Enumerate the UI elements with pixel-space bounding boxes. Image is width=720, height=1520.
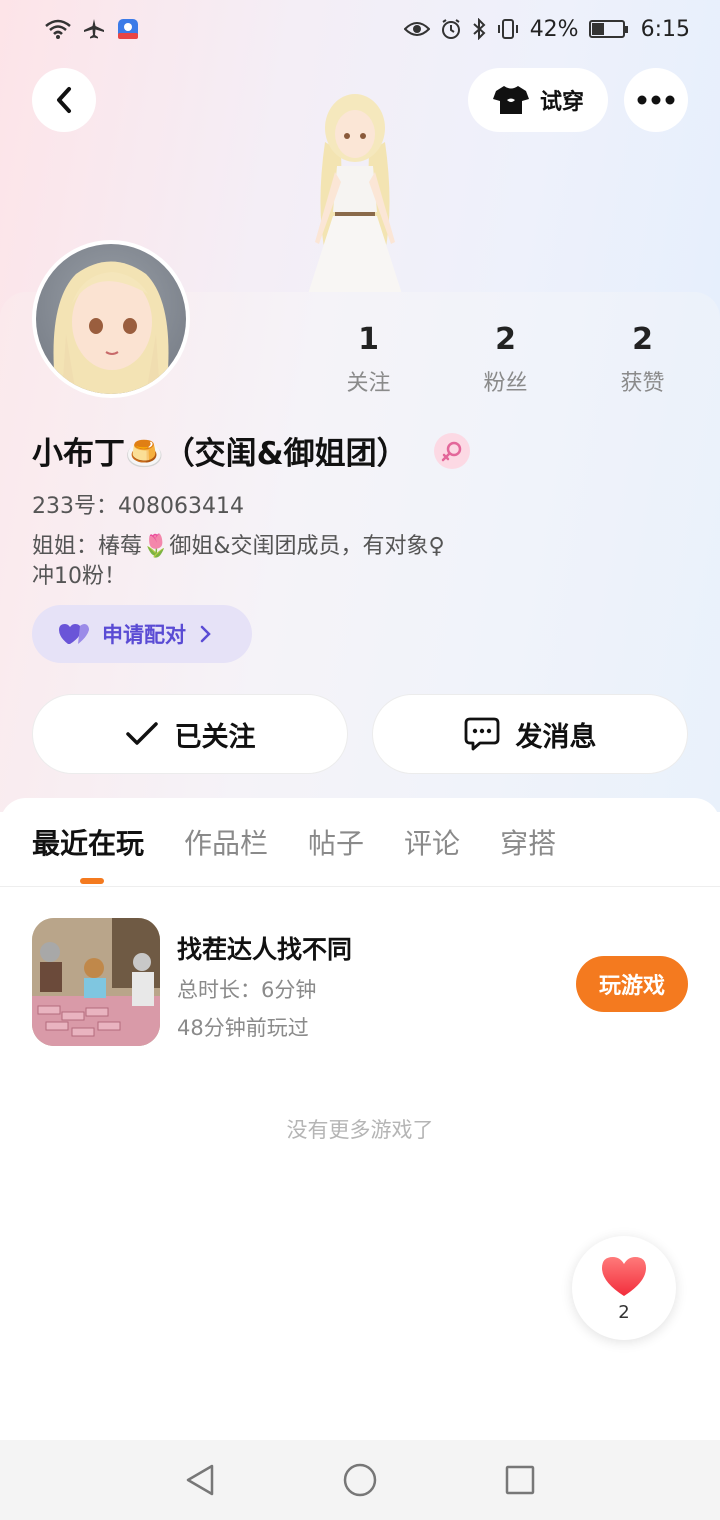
stat-value: 2 [632, 322, 653, 357]
tab-bar: 最近在玩 作品栏 帖子 评论 穿搭 [32, 822, 556, 862]
followed-button[interactable]: 已关注 [32, 694, 348, 774]
like-count: 2 [618, 1301, 630, 1323]
stat-value: 1 [358, 322, 379, 357]
name-row: 小布丁🍮（交闺&御姐团） [32, 428, 470, 473]
apply-pair-label: 申请配对 [102, 623, 186, 647]
heart-pair-icon [59, 624, 89, 644]
user-bio: 姐姐：椿莓🌷御姐&交闺团成员，有对象♀ 冲10粉！ [32, 532, 445, 592]
stat-value: 2 [495, 322, 516, 357]
nav-recents-button[interactable] [490, 1450, 550, 1510]
battery-icon [588, 20, 628, 38]
stat-likes[interactable]: 2 获赞 [574, 322, 711, 397]
apply-pair-button[interactable]: 申请配对 [32, 605, 252, 663]
vibrate-icon [496, 18, 520, 40]
game-list-item[interactable]: 找茬达人找不同 总时长：6分钟 48分钟前玩过 玩游戏 [32, 918, 688, 1048]
chat-bubble-icon [464, 717, 499, 751]
square-recents-icon [505, 1465, 535, 1495]
app-notification-icon [116, 17, 140, 41]
avatar[interactable] [32, 240, 190, 398]
status-bar: 42% 6:15 [0, 0, 720, 58]
more-dots-icon [637, 95, 675, 105]
play-game-button[interactable]: 玩游戏 [576, 956, 688, 1012]
like-button[interactable]: 2 [572, 1236, 676, 1340]
bio-line: 姐姐：椿莓🌷御姐&交闺团成员，有对象♀ [32, 534, 445, 559]
tab-comments[interactable]: 评论 [404, 822, 460, 862]
divider [0, 886, 720, 887]
stat-followers[interactable]: 2 粉丝 [437, 322, 574, 397]
clock-time: 6:15 [640, 16, 690, 42]
stat-label: 关注 [346, 371, 391, 396]
send-message-button[interactable]: 发消息 [372, 694, 688, 774]
send-message-label: 发消息 [515, 721, 597, 753]
bluetooth-icon [472, 18, 486, 40]
game-title: 找茬达人找不同 [177, 935, 353, 964]
stat-following[interactable]: 1 关注 [300, 322, 437, 397]
stat-label: 粉丝 [483, 371, 528, 396]
user-id: 233号：408063414 [32, 494, 244, 519]
battery-percent: 42% [529, 16, 579, 42]
airplane-icon [82, 18, 106, 40]
battery-level [591, 23, 605, 35]
game-thumbnail[interactable] [32, 918, 160, 1046]
circle-home-icon [343, 1463, 377, 1497]
bio-line: 冲10粉！ [32, 564, 126, 589]
active-tab-indicator [80, 878, 104, 884]
nav-home-button[interactable] [330, 1450, 390, 1510]
tab-recently-played[interactable]: 最近在玩 [32, 822, 144, 862]
try-on-label: 试穿 [539, 90, 584, 115]
triangle-back-icon [186, 1464, 214, 1496]
female-gender-icon [433, 432, 470, 469]
avatar-3d-figure [285, 92, 425, 297]
profile-stats: 1 关注 2 粉丝 2 获赞 [300, 322, 720, 397]
chevron-left-icon [57, 87, 71, 113]
tshirt-icon [492, 86, 529, 114]
more-options-button[interactable] [624, 68, 688, 132]
tab-posts[interactable]: 帖子 [308, 822, 364, 862]
nav-back-button[interactable] [170, 1450, 230, 1510]
try-on-button[interactable]: 试穿 [468, 68, 608, 132]
tabs-panel: 最近在玩 作品栏 帖子 评论 穿搭 找茬达人找不同 总时长：6分钟 48分钟前玩… [0, 798, 720, 1440]
eye-comfort-icon [403, 20, 430, 38]
checkmark-icon [125, 722, 158, 745]
back-button[interactable] [32, 68, 96, 132]
wifi-icon [44, 18, 72, 40]
game-last-played: 48分钟前玩过 [177, 1016, 309, 1040]
no-more-games-text: 没有更多游戏了 [286, 1118, 434, 1142]
user-name: 小布丁🍮（交闺&御姐团） [32, 436, 408, 472]
heart-icon [602, 1256, 646, 1296]
followed-label: 已关注 [174, 721, 256, 753]
tab-works[interactable]: 作品栏 [184, 822, 268, 862]
chevron-right-icon [200, 625, 211, 643]
system-navigation-bar [0, 1440, 720, 1520]
tab-outfits[interactable]: 穿搭 [500, 822, 556, 862]
stat-label: 获赞 [620, 371, 665, 396]
game-total-duration: 总时长：6分钟 [177, 978, 317, 1002]
alarm-icon [440, 18, 462, 40]
